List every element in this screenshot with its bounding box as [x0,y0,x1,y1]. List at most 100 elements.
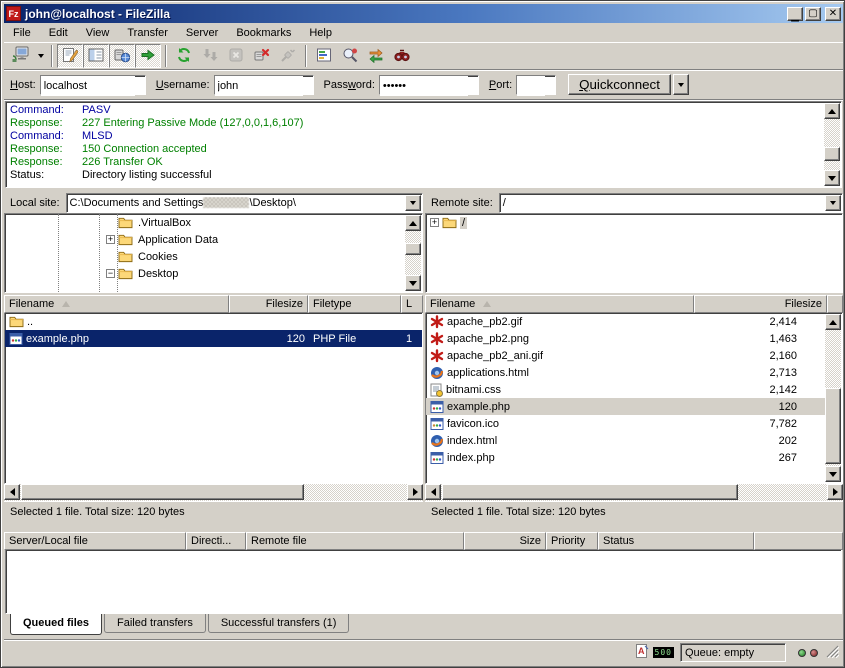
collapse-icon[interactable]: − [106,269,115,278]
menu-item-edit[interactable]: Edit [40,24,77,42]
port-input[interactable] [517,76,545,96]
local-directory-tree[interactable]: .VirtualBox + Application Data Cookies − Desk… [4,213,423,293]
file-row[interactable]: apache_pb2.gif2,414 [426,313,826,330]
remote-list-scrollbar[interactable] [825,314,841,482]
remote-h-scrollbar[interactable] [425,484,843,501]
remote-path-dropdown-button[interactable] [825,195,841,211]
expand-icon[interactable]: + [430,218,439,227]
toolbar-button-refresh[interactable] [171,44,197,68]
local-tree-scrollbar[interactable] [405,215,421,291]
local-tree-item[interactable]: Cookies [5,248,422,265]
file-row[interactable]: .. [5,313,422,330]
expand-icon[interactable]: + [106,235,115,244]
tree-item-label[interactable]: / [460,217,467,229]
file-row[interactable]: apache_pb2.png1,463 [426,330,826,347]
scroll-up-button[interactable] [405,215,421,231]
column-header-filename[interactable]: Filename [4,295,229,313]
scroll-right-button[interactable] [827,484,843,500]
queue-column-server-local-file[interactable]: Server/Local file [4,532,186,550]
quickconnect-dropdown-button[interactable] [673,74,689,95]
toolbar-button-reconnect[interactable] [275,44,301,68]
file-row[interactable]: favicon.ico7,782 [426,415,826,432]
menu-item-help[interactable]: Help [300,24,341,42]
toolbar-button-toggle-local-tree[interactable] [83,44,109,68]
scroll-left-button[interactable] [4,484,20,500]
menu-item-view[interactable]: View [77,24,119,42]
local-h-scrollbar[interactable] [4,484,423,501]
tab-queued-files[interactable]: Queued files [10,614,102,635]
tab-successful-transfers-1[interactable]: Successful transfers (1) [208,614,350,633]
scroll-thumb[interactable] [824,147,840,161]
toolbar-button-disconnect[interactable] [249,44,275,68]
tree-item-label[interactable]: Cookies [136,251,180,263]
log-scrollbar[interactable] [824,103,840,186]
local-path-combo[interactable]: C:\Documents and Settings\Desktop\ [66,193,423,213]
remote-file-list[interactable]: apache_pb2.gif2,414apache_pb2.png1,463ap… [425,313,843,484]
scroll-down-button[interactable] [824,170,840,186]
scroll-thumb[interactable] [442,484,738,500]
tab-failed-transfers[interactable]: Failed transfers [104,614,206,633]
remote-directory-tree[interactable]: +/ [425,213,843,293]
scroll-thumb[interactable] [405,243,421,255]
site-manager-dropdown-button[interactable] [34,44,47,68]
column-header-filesize[interactable]: Filesize [229,295,308,313]
scroll-down-button[interactable] [405,275,421,291]
maximize-button[interactable]: ▢ [805,7,821,21]
toolbar-button-synchronized-browsing[interactable] [363,44,389,68]
toolbar-button-toggle-remote-tree[interactable] [109,44,135,68]
scroll-down-button[interactable] [825,466,841,482]
local-tree-item[interactable]: .VirtualBox [5,214,422,231]
toolbar-button-directory-filters[interactable] [311,44,337,68]
queue-column-directi-[interactable]: Directi... [186,532,246,550]
local-file-list[interactable]: ..example.php120PHP File1 [4,313,423,484]
menu-item-server[interactable]: Server [177,24,227,42]
queue-column-size[interactable]: Size [464,532,546,550]
local-tree-item[interactable]: − Desktop [5,265,422,282]
scroll-left-button[interactable] [425,484,441,500]
file-row[interactable]: index.php267 [426,449,826,466]
toolbar-button-find-files[interactable] [389,44,415,68]
file-row[interactable]: example.php120 [426,398,826,415]
queue-column-remote-file[interactable]: Remote file [246,532,464,550]
toolbar-button-toggle-transfer-queue[interactable] [135,44,161,68]
queue-column-status[interactable]: Status [598,532,754,550]
file-row[interactable]: applications.html2,713 [426,364,826,381]
quickconnect-button[interactable]: Quickconnect [568,74,671,95]
column-header-filetype[interactable]: Filetype [308,295,401,313]
menu-item-file[interactable]: File [4,24,40,42]
toolbar-button-site-manager[interactable] [8,44,34,68]
tree-item-label[interactable]: Desktop [136,268,180,280]
username-input[interactable] [215,76,303,96]
file-row[interactable]: index.html202 [426,432,826,449]
file-row[interactable]: apache_pb2_ani.gif2,160 [426,347,826,364]
menu-item-bookmarks[interactable]: Bookmarks [227,24,300,42]
toolbar-button-toggle-message-log[interactable] [57,44,83,68]
column-header-filename[interactable]: Filename [425,295,694,313]
transfer-queue-body[interactable] [5,550,842,614]
tree-item-label[interactable]: Application Data [136,234,220,246]
column-header-l[interactable]: L [401,295,423,313]
column-header-filesize[interactable]: Filesize [694,295,827,313]
local-tree-item[interactable]: + Application Data [5,231,422,248]
scroll-right-button[interactable] [407,484,423,500]
minimize-button[interactable]: ▁ [787,7,803,21]
toolbar-button-process-queue[interactable] [197,44,223,68]
file-row[interactable]: bitnami.css2,142 [426,381,826,398]
tree-item-label[interactable]: .VirtualBox [136,217,193,229]
remote-tree-item[interactable]: +/ [426,214,842,231]
local-path-dropdown-button[interactable] [405,195,421,211]
message-log[interactable]: Command:PASVResponse:227 Entering Passiv… [5,101,842,188]
close-button[interactable]: ✕ [825,7,841,21]
host-input[interactable] [41,76,135,96]
file-row[interactable]: example.php120PHP File1 [5,330,422,347]
remote-path-combo[interactable]: / [499,193,843,213]
password-input[interactable] [380,76,468,96]
toolbar-button-directory-comparison[interactable] [337,44,363,68]
scroll-up-button[interactable] [824,103,840,119]
scroll-up-button[interactable] [825,314,841,330]
scroll-thumb[interactable] [21,484,304,500]
toolbar-button-cancel-operation[interactable] [223,44,249,68]
title-bar[interactable]: Fz john@localhost - FileZilla ▁ ▢ ✕ [4,4,843,23]
menu-item-transfer[interactable]: Transfer [118,24,177,42]
queue-column-priority[interactable]: Priority [546,532,598,550]
